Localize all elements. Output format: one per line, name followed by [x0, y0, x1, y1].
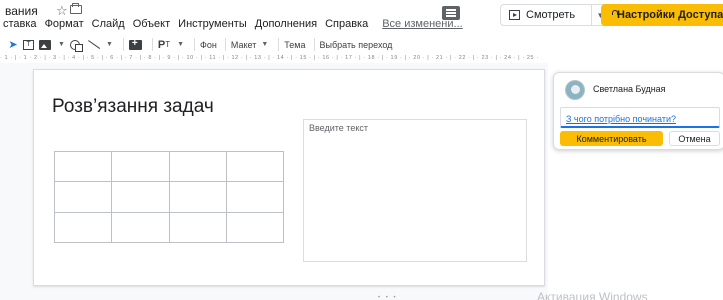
toolbar-divider: [151, 38, 153, 51]
slide-table[interactable]: [53, 150, 285, 244]
comment-submit-button[interactable]: Комментировать: [560, 131, 663, 146]
menu-item-slide[interactable]: Слайд: [88, 18, 129, 30]
comment-author: Светлана Будная: [593, 84, 666, 94]
comment-draft-text[interactable]: З чого потрібно починати?: [566, 114, 676, 124]
toolbar-divider: [278, 38, 280, 51]
toolbar-divider: [194, 38, 196, 51]
present-icon: [509, 10, 520, 20]
speaker-notes-handle[interactable]: • • •: [378, 295, 398, 300]
background-button[interactable]: Фон: [200, 40, 217, 50]
menu-item-format[interactable]: Формат: [41, 18, 88, 30]
windows-activation-watermark: Активация Windows: [537, 290, 648, 300]
layout-button[interactable]: Макет: [231, 40, 256, 50]
table-cell[interactable]: [168, 150, 227, 183]
comment-cancel-button[interactable]: Отмена: [669, 131, 720, 146]
avatar: [565, 80, 585, 100]
chevron-down-icon[interactable]: ▼: [58, 41, 65, 48]
table-cell[interactable]: [111, 211, 170, 244]
table-cell[interactable]: [168, 181, 227, 213]
table-cell[interactable]: [53, 181, 113, 213]
table-row: [53, 211, 285, 244]
shape-icon[interactable]: [69, 39, 83, 52]
menu-item-object[interactable]: Объект: [129, 18, 174, 30]
table-cell[interactable]: [225, 150, 285, 183]
folder-icon[interactable]: [70, 3, 82, 14]
text-box-placeholder: Введите текст: [309, 123, 368, 133]
menu-item-addons[interactable]: Дополнения: [251, 18, 321, 30]
share-button[interactable]: Настройки Доступа: [601, 4, 723, 26]
menu-item-insert[interactable]: ставка: [0, 18, 41, 30]
table-cell[interactable]: [111, 150, 170, 183]
table-row: [53, 181, 285, 213]
present-button[interactable]: Смотреть: [500, 4, 592, 26]
line-icon[interactable]: [87, 40, 99, 50]
text-box-icon[interactable]: T: [23, 39, 34, 50]
table-cell[interactable]: [225, 181, 285, 213]
table-cell[interactable]: [53, 211, 113, 244]
table-cell[interactable]: [168, 211, 227, 244]
menu-item-tools[interactable]: Инструменты: [174, 18, 251, 30]
chevron-down-icon[interactable]: ▼: [177, 41, 184, 48]
table-cell[interactable]: [111, 181, 170, 213]
toolbar-divider: [224, 38, 226, 51]
share-label: Настройки Доступа: [617, 9, 723, 21]
menu-item-help[interactable]: Справка: [321, 18, 372, 30]
table-row: [53, 150, 285, 183]
insert-image-icon[interactable]: [39, 39, 51, 50]
toolbar-divider: [122, 38, 124, 51]
star-icon[interactable]: ☆: [56, 3, 68, 19]
menu-bar: ставка Формат Слайд Объект Инструменты Д…: [0, 18, 467, 30]
document-title[interactable]: вания: [5, 4, 38, 18]
paint-format-icon[interactable]: PT: [158, 37, 170, 52]
select-cursor-icon[interactable]: ➤: [8, 37, 18, 52]
toolbar: ➤ T ▼ ▼ PT ▼ Фон Макет ▼ Тема Выбрать пере…: [0, 35, 723, 54]
theme-button[interactable]: Тема: [284, 40, 305, 50]
transition-button[interactable]: Выбрать переход: [320, 40, 393, 50]
table-cell[interactable]: [53, 150, 113, 183]
slides-editor: вания ☆ ставка Формат Слайд Объект Инстр…: [0, 0, 723, 300]
table-cell[interactable]: [225, 211, 285, 244]
comment-history-button[interactable]: [442, 6, 460, 20]
slide-text-box[interactable]: [303, 119, 527, 262]
present-label: Смотреть: [526, 9, 576, 21]
chevron-down-icon[interactable]: ▼: [261, 41, 268, 48]
slide-title[interactable]: Розв’язання задач: [52, 96, 214, 118]
ruler[interactable]: · 1 · | · 1 · 2 · | · 3 · | · 4 · | · 5 …: [0, 55, 545, 63]
toolbar-divider: [313, 38, 315, 51]
chevron-down-icon[interactable]: ▼: [106, 41, 113, 48]
add-comment-icon[interactable]: [128, 38, 142, 50]
